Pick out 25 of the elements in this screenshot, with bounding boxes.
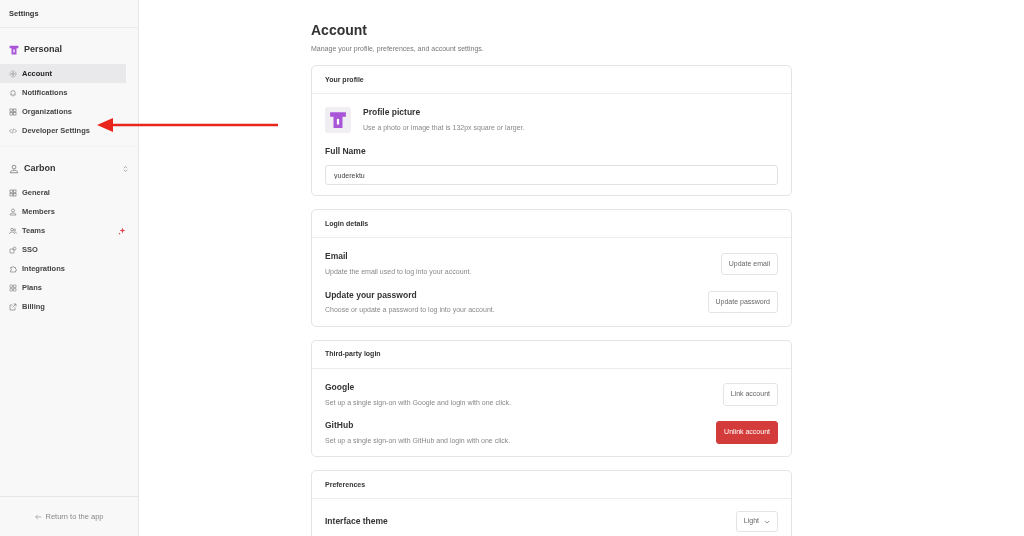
bell-icon — [9, 88, 17, 97]
row-label: Interface theme — [325, 515, 389, 528]
row-label: Update your password — [325, 288, 418, 302]
chevron-down-icon — [764, 519, 770, 524]
user-icon — [9, 164, 19, 174]
arrow-left-icon — [34, 513, 42, 520]
row-label: Google — [325, 380, 356, 394]
code-icon — [9, 126, 17, 135]
row-label: Profile picture — [363, 106, 422, 120]
row-label: Email — [325, 250, 349, 264]
puzzle-icon — [9, 264, 17, 273]
section-name: Carbon — [24, 162, 57, 176]
page-title: Account — [311, 22, 368, 39]
avatar-image[interactable] — [325, 106, 351, 133]
field-label: Full Name — [325, 144, 367, 158]
logo-icon — [9, 45, 19, 55]
grid-icon — [9, 107, 17, 116]
external-link-icon — [9, 302, 17, 311]
logo-icon — [329, 110, 347, 129]
row-label: GitHub — [325, 419, 355, 432]
grid-icon — [9, 283, 17, 292]
grid-icon — [9, 188, 17, 197]
users-icon — [9, 226, 17, 235]
user-icon — [9, 207, 17, 216]
section-name: Personal — [24, 43, 64, 57]
